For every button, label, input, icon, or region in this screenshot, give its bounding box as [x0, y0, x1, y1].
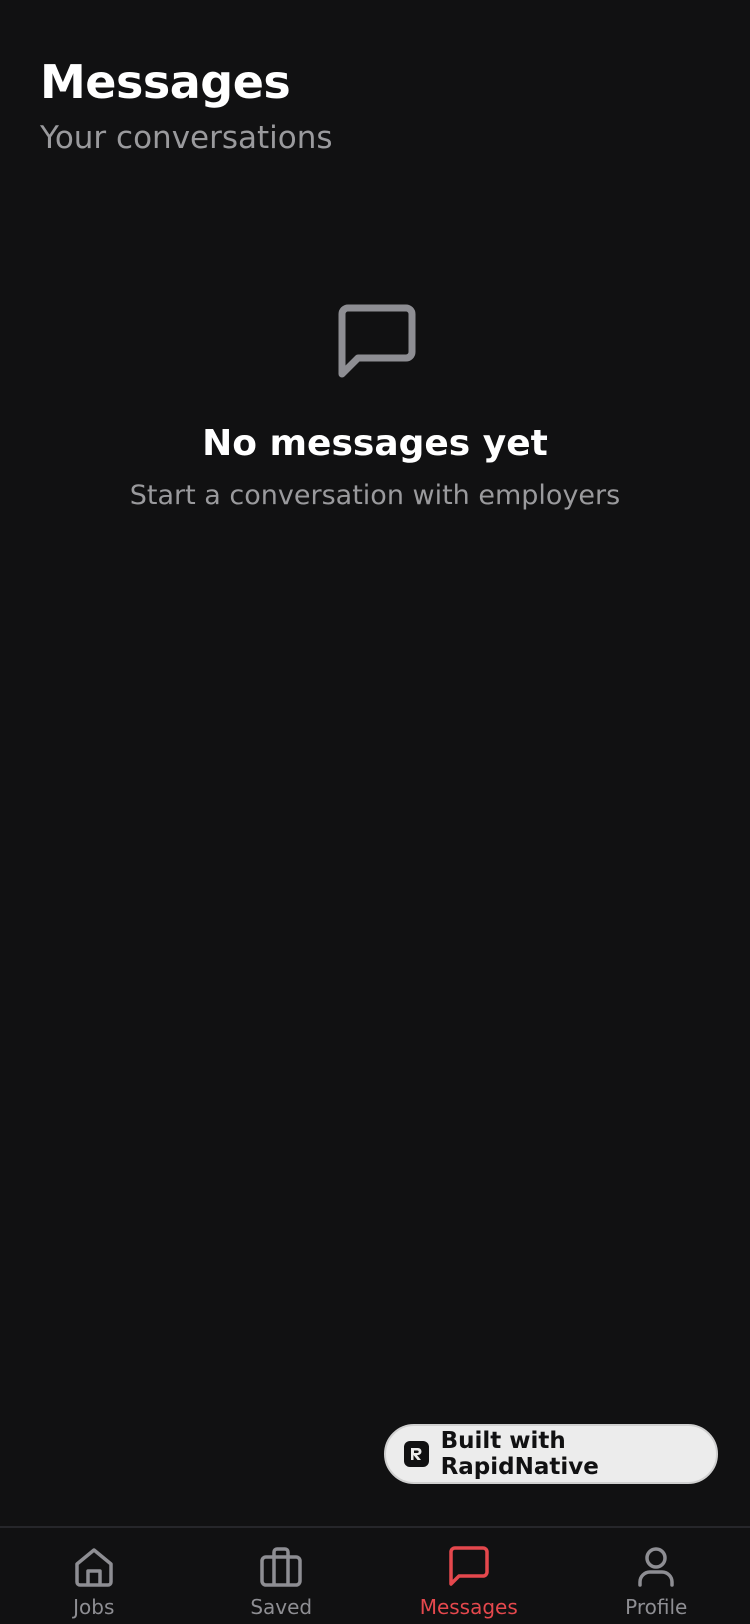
built-with-label: Built with RapidNative — [440, 1428, 599, 1480]
empty-state: No messages yet Start a conversation wit… — [0, 300, 750, 514]
empty-state-subtitle: Start a conversation with employers — [129, 480, 621, 511]
rapidnative-logo-icon — [404, 1441, 429, 1467]
tab-saved-label: Saved — [250, 1595, 313, 1619]
bottom-tab-bar: Jobs Saved Messages Profile — [0, 1526, 750, 1624]
tab-messages-label: Messages — [419, 1595, 518, 1619]
tab-profile-label: Profile — [625, 1595, 688, 1619]
tab-profile[interactable]: Profile — [563, 1528, 750, 1624]
built-with-badge[interactable]: Built with RapidNative — [384, 1424, 718, 1484]
page-header: Messages Your conversations — [40, 52, 333, 158]
page-title: Messages — [40, 55, 291, 109]
tab-saved[interactable]: Saved — [188, 1528, 376, 1624]
briefcase-icon — [260, 1547, 302, 1587]
home-icon — [75, 1548, 113, 1587]
empty-state-title: No messages yet — [202, 423, 548, 464]
tab-messages[interactable]: Messages — [375, 1528, 563, 1624]
message-square-icon — [449, 1546, 489, 1586]
user-icon — [638, 1547, 674, 1587]
tab-jobs[interactable]: Jobs — [0, 1528, 188, 1624]
tab-jobs-label: Jobs — [73, 1595, 115, 1619]
page-subtitle: Your conversations — [40, 120, 333, 156]
message-square-icon — [338, 304, 416, 378]
